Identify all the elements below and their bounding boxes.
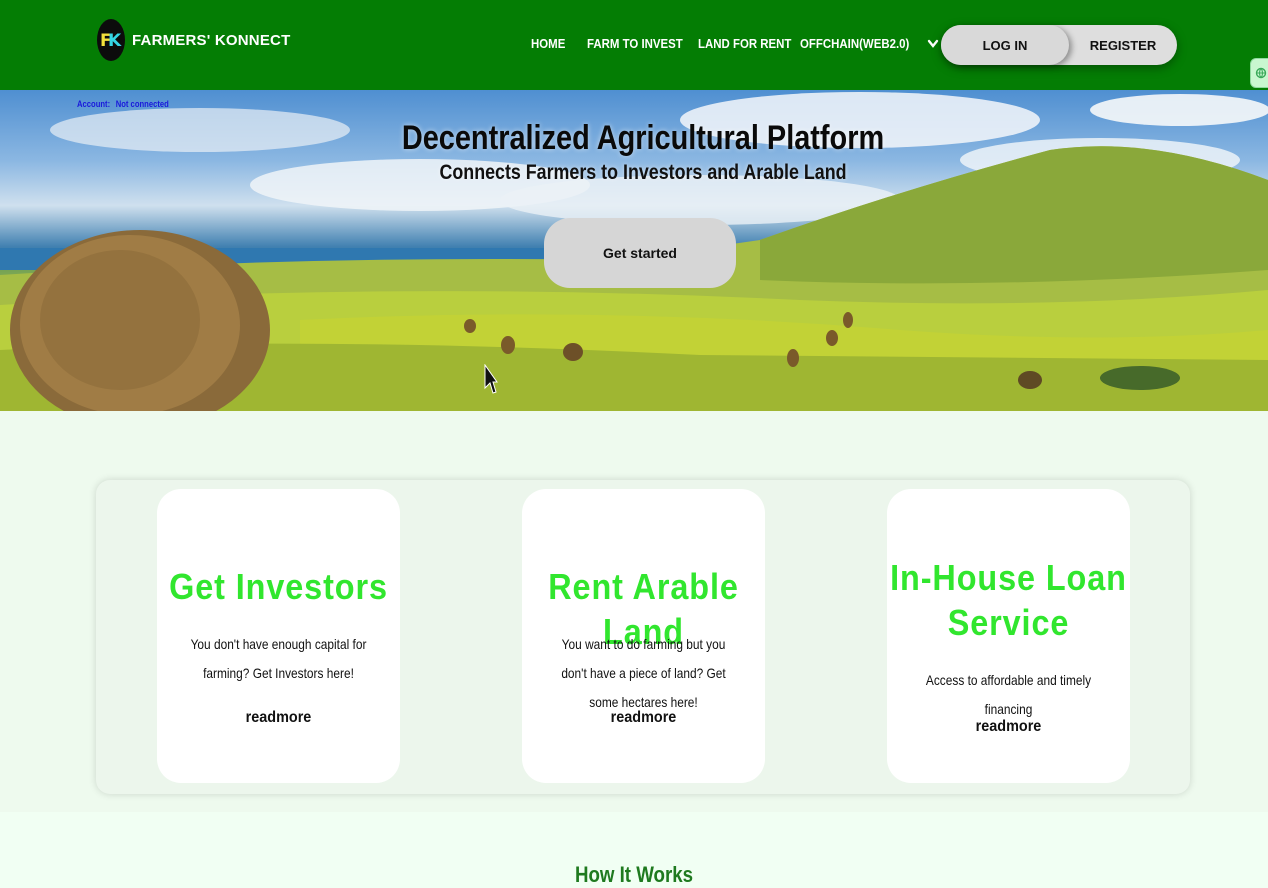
login-button[interactable]: LOG IN [941,25,1069,65]
service-card-title: In-House Loan Service [890,557,1127,643]
service-card-text: You want to do farming but you don't hav… [561,636,726,710]
readmore-link[interactable]: readmore [899,718,1118,736]
network-icon [1255,67,1267,79]
hero-title: Decentralized Agricultural Platform [401,119,885,157]
nav-link-offchain[interactable]: OFFCHAIN(WEB2.0) [800,36,909,51]
readmore-link[interactable]: readmore [169,709,388,727]
auth-button-group: LOG IN REGISTER [941,25,1177,65]
nav-link-home[interactable]: HOME [531,36,565,51]
nav-link-land-for-rent[interactable]: LAND FOR RENT [698,36,791,51]
how-it-works-title: How It Works [574,862,694,887]
chevron-down-icon[interactable] [926,36,940,52]
service-card-text: Access to affordable and timely financin… [925,672,1092,717]
brand-logo-icon: FK [97,19,125,61]
how-it-works-section: How It Works [0,812,1268,888]
cursor-icon [484,364,498,394]
service-card-land: Rent Arable Land You want to do farming … [522,489,765,783]
get-started-button[interactable]: Get started [544,218,736,288]
account-value: Not connected [115,99,169,109]
nav-link-farm-to-invest[interactable]: FARM TO INVEST [587,36,683,51]
account-label: Account: [77,99,111,109]
network-widget[interactable] [1250,58,1268,88]
account-status: Account: Not connected [77,99,172,109]
readmore-link[interactable]: readmore [534,709,753,727]
hero-subtitle: Connects Farmers to Investors and Arable… [439,161,847,184]
service-card-title: Get Investors [169,566,388,607]
service-card-text: You don't have enough capital for farmin… [190,636,367,681]
navbar: FK FARMERS' KONNECT HOME FARM TO INVEST … [0,0,1268,90]
brand[interactable]: FK FARMERS' KONNECT [97,19,290,61]
register-button[interactable]: REGISTER [1069,25,1177,65]
service-card-investors: Get Investors You don't have enough capi… [157,489,400,783]
service-card-loan: In-House Loan Service Access to affordab… [887,489,1130,783]
brand-name: FARMERS' KONNECT [132,31,291,49]
